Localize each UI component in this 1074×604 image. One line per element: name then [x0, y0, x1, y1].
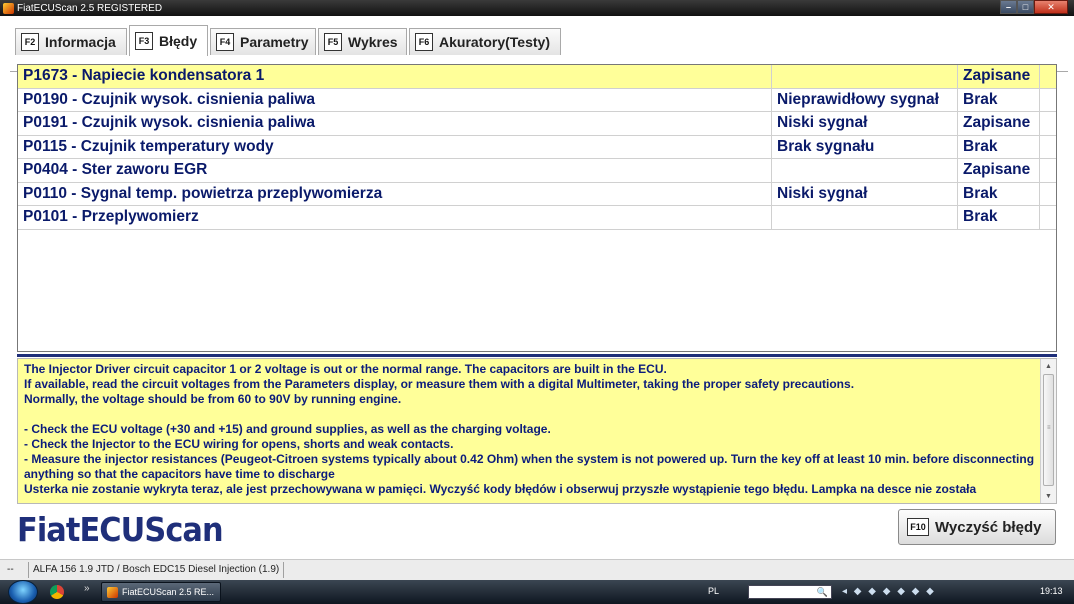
tab-label: Informacja [45, 34, 116, 50]
f10-key-icon: F10 [907, 518, 929, 536]
app-icon [3, 2, 14, 14]
error-description: Niski sygnał [771, 112, 957, 135]
error-pad-cell [1039, 88, 1056, 111]
tab-label: Błędy [159, 33, 198, 49]
clear-errors-button[interactable]: F10 Wyczyść błędy [898, 509, 1056, 545]
chrome-icon[interactable] [50, 585, 64, 599]
error-description: Brak sygnału [771, 135, 957, 158]
error-status: Zapisane [957, 159, 1039, 182]
info-line: - Measure the injector resistances (Peug… [24, 452, 1035, 481]
error-row[interactable]: P0101 - Przeplywomierz Brak [18, 206, 1056, 230]
f2-key-icon: F2 [21, 33, 39, 51]
error-code: P0404 - Ster zaworu EGR [23, 161, 208, 179]
error-row[interactable]: P0190 - Czujnik wysok. cisnienia paliwa … [18, 88, 1056, 112]
f6-key-icon: F6 [415, 33, 433, 51]
minimize-button[interactable]: – [1000, 0, 1017, 14]
taskbar-overflow-chevron-icon[interactable]: » [84, 583, 90, 594]
error-code: P1673 - Napiecie kondensatora 1 [23, 67, 265, 85]
error-status: Brak [957, 88, 1039, 111]
info-separator [17, 354, 1057, 357]
status-indicator: -- [7, 564, 14, 575]
error-description: Nieprawidłowy sygnał [771, 88, 957, 111]
error-row[interactable]: P1673 - Napiecie kondensatora 1 Zapisane [18, 65, 1056, 89]
tab-parametry[interactable]: F4 Parametry [210, 28, 316, 55]
maximize-button[interactable]: □ [1017, 0, 1034, 14]
scroll-thumb[interactable]: ≡ [1043, 374, 1054, 486]
error-pad-cell [1039, 159, 1056, 182]
error-info-panel[interactable]: The Injector Driver circuit capacitor 1 … [17, 358, 1057, 504]
tab-bledy[interactable]: F3 Błędy [129, 25, 208, 56]
error-status: Brak [957, 182, 1039, 205]
error-code: P0110 - Sygnal temp. powietrza przeplywo… [23, 184, 383, 202]
error-pad-cell [1039, 65, 1056, 88]
error-pad-cell [1039, 206, 1056, 229]
window-title: FiatECUScan 2.5 REGISTERED [17, 2, 163, 14]
error-row[interactable]: P0110 - Sygnal temp. powietrza przeplywo… [18, 182, 1056, 206]
error-pad-cell [1039, 135, 1056, 158]
error-description [771, 206, 957, 229]
app-icon [107, 586, 118, 598]
status-bar: -- ALFA 156 1.9 JTD / Bosch EDC15 Diesel… [0, 559, 1074, 580]
window-controls: – □ ✕ [1000, 0, 1068, 14]
error-list[interactable]: P1673 - Napiecie kondensatora 1 Zapisane… [17, 64, 1057, 352]
info-line: If available, read the circuit voltages … [24, 377, 855, 391]
error-description: Niski sygnał [771, 182, 957, 205]
error-code: P0191 - Czujnik wysok. cisnienia paliwa [23, 114, 316, 132]
error-code: P0115 - Czujnik temperatury wody [23, 137, 274, 155]
error-status: Brak [957, 135, 1039, 158]
error-row[interactable]: P0404 - Ster zaworu EGR Zapisane [18, 159, 1056, 183]
tab-label: Akuratory(Testy) [439, 34, 550, 50]
error-row[interactable]: P0115 - Czujnik temperatury wody Brak sy… [18, 135, 1056, 159]
app-logo: FiatECUScan [17, 510, 224, 549]
error-description [771, 159, 957, 182]
error-code: P0190 - Czujnik wysok. cisnienia paliwa [23, 90, 316, 108]
clear-errors-label: Wyczyść błędy [935, 518, 1042, 536]
info-line: - Check the ECU voltage (+30 and +15) an… [24, 422, 551, 436]
error-status: Zapisane [957, 112, 1039, 135]
info-line: Usterka nie zostanie wykryta teraz, ale … [24, 482, 977, 496]
scroll-up-arrow-icon[interactable]: ▲ [1041, 359, 1056, 373]
tab-label: Wykres [348, 34, 398, 50]
scroll-down-arrow-icon[interactable]: ▼ [1041, 489, 1056, 503]
error-pad-cell [1039, 112, 1056, 135]
grip-icon: ≡ [1047, 425, 1051, 431]
title-bar: FiatECUScan 2.5 REGISTERED – □ ✕ [0, 0, 1074, 16]
f3-key-icon: F3 [135, 32, 153, 50]
error-status: Brak [957, 206, 1039, 229]
info-line: The Injector Driver circuit capacitor 1 … [24, 362, 667, 376]
error-info-text: The Injector Driver circuit capacitor 1 … [24, 362, 1036, 502]
error-status: Zapisane [957, 65, 1039, 88]
error-row[interactable]: P0191 - Czujnik wysok. cisnienia paliwa … [18, 112, 1056, 136]
search-icon: 🔍 [816, 587, 828, 597]
info-line: - Check the Injector to the ECU wiring f… [24, 437, 454, 451]
error-description [771, 65, 957, 88]
close-button[interactable]: ✕ [1034, 0, 1068, 14]
f5-key-icon: F5 [324, 33, 342, 51]
taskbar-search-input[interactable]: 🔍 [748, 585, 832, 599]
os-taskbar: » FiatECUScan 2.5 RE... PL 🔍 ◂ ◆ ◆ ◆ ◆ ◆… [0, 580, 1074, 604]
tab-akuratory[interactable]: F6 Akuratory(Testy) [409, 28, 561, 55]
taskbar-item-fiatecuscan[interactable]: FiatECUScan 2.5 RE... [101, 582, 221, 602]
system-tray-icons[interactable]: ◂ ◆ ◆ ◆ ◆ ◆ ◆ [842, 586, 936, 597]
f4-key-icon: F4 [216, 33, 234, 51]
taskbar-item-label: FiatECUScan 2.5 RE... [122, 587, 215, 597]
clock[interactable]: 19:13 [1040, 586, 1063, 596]
error-code: P0101 - Przeplywomierz [23, 208, 199, 226]
vehicle-info: ALFA 156 1.9 JTD / Bosch EDC15 Diesel In… [28, 562, 285, 578]
tab-wykres[interactable]: F5 Wykres [318, 28, 407, 55]
tab-label: Parametry [240, 34, 309, 50]
error-pad-cell [1039, 182, 1056, 205]
tab-bar: F2 Informacja F3 Błędy F4 Parametry F5 W… [0, 16, 1074, 72]
language-indicator[interactable]: PL [708, 586, 719, 596]
tab-informacja[interactable]: F2 Informacja [15, 28, 127, 55]
start-button-icon[interactable] [8, 580, 38, 604]
info-line [24, 407, 1036, 422]
info-line: Normally, the voltage should be from 60 … [24, 392, 402, 406]
info-scrollbar[interactable]: ▲ ≡ ▼ [1040, 359, 1056, 503]
